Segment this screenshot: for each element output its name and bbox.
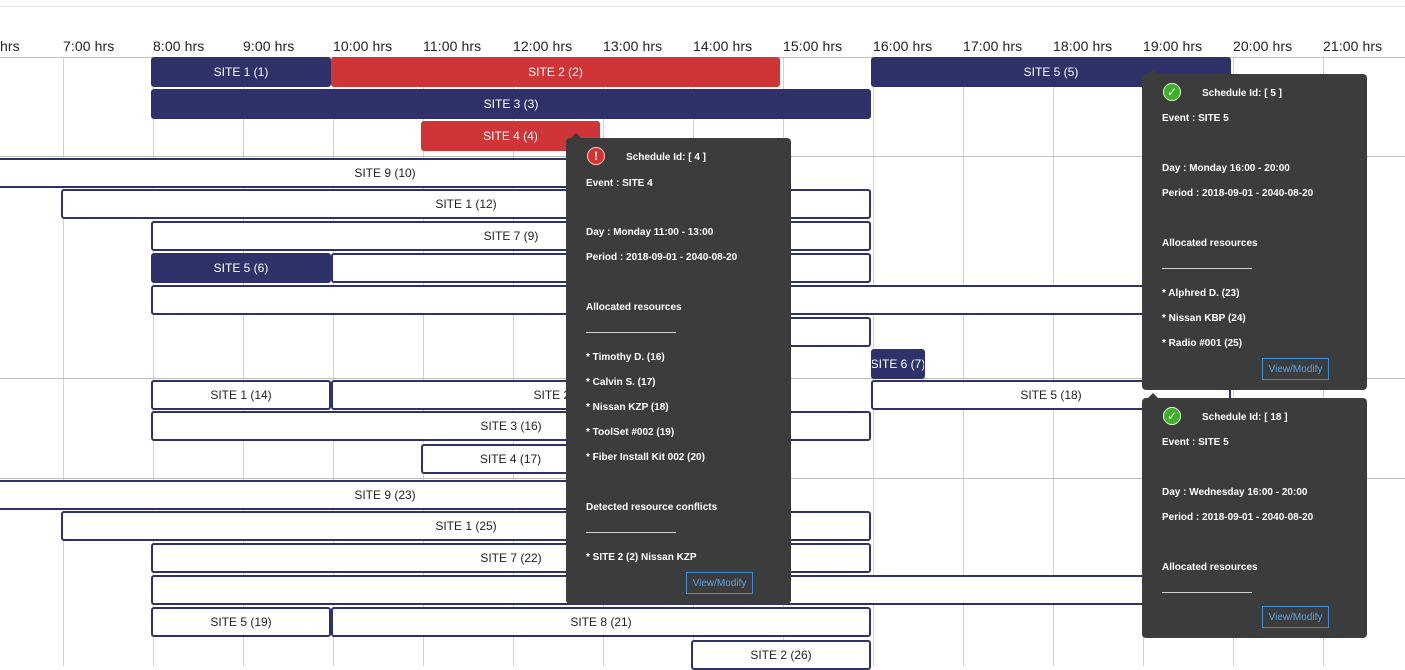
allocated-resources-heading: Allocated resources bbox=[1162, 238, 1258, 249]
tooltip-day: Day : Wednesday 16:00 - 20:00 bbox=[1162, 487, 1308, 498]
hour-label: 17:00 hrs bbox=[963, 38, 1023, 54]
hour-label: 8:00 hrs bbox=[153, 38, 205, 54]
resource-item: * ToolSet #002 (19) bbox=[586, 427, 675, 438]
view-modify-button[interactable]: View/Modify bbox=[686, 572, 753, 594]
tooltip-day: Day : Monday 11:00 - 13:00 bbox=[586, 227, 714, 238]
hour-label: 9:00 hrs bbox=[243, 38, 295, 54]
hour-label: 15:00 hrs bbox=[783, 38, 843, 54]
divider bbox=[1162, 268, 1252, 269]
schedule-event[interactable]: SITE 2 (2) bbox=[331, 57, 780, 87]
hour-label: 20:00 hrs bbox=[1233, 38, 1293, 54]
schedule-tooltip-4: ! Schedule Id: [ 4 ] Event : SITE 4 Day … bbox=[566, 138, 791, 604]
hour-label: 16:00 hrs bbox=[873, 38, 933, 54]
resource-item: * Nissan KZP (18) bbox=[586, 402, 669, 413]
tooltip-event: Event : SITE 5 bbox=[1162, 437, 1229, 448]
resource-item: * Fiber Install Kit 002 (20) bbox=[586, 452, 705, 463]
divider bbox=[586, 532, 676, 533]
hour-label: hrs bbox=[0, 38, 20, 54]
conflict-item: * SITE 2 (2) Nissan KZP bbox=[586, 552, 697, 563]
resource-item: * Radio #001 (25) bbox=[1162, 338, 1243, 349]
tooltip-title: Schedule Id: [ 5 ] bbox=[1202, 88, 1283, 99]
schedule-tooltip-18: ✓ Schedule Id: [ 18 ] Event : SITE 5 Day… bbox=[1142, 398, 1367, 638]
hour-label: 13:00 hrs bbox=[603, 38, 663, 54]
resource-item: * Nissan KBP (24) bbox=[1162, 313, 1246, 324]
check-icon: ✓ bbox=[1163, 83, 1181, 101]
hour-label: 19:00 hrs bbox=[1143, 38, 1203, 54]
view-modify-button[interactable]: View/Modify bbox=[1262, 606, 1329, 628]
tooltip-title: Schedule Id: [ 18 ] bbox=[1202, 412, 1288, 423]
schedule-event[interactable]: SITE 8 (21) bbox=[331, 607, 871, 637]
grid-line bbox=[63, 57, 64, 666]
view-modify-button[interactable]: View/Modify bbox=[1262, 358, 1329, 380]
hour-label: 11:00 hrs bbox=[423, 38, 482, 54]
tooltip-event: Event : SITE 5 bbox=[1162, 113, 1229, 124]
tooltip-period: Period : 2018-09-01 - 2040-08-20 bbox=[586, 252, 738, 263]
hour-label: 21:00 hrs bbox=[1323, 38, 1383, 54]
hour-label: 7:00 hrs bbox=[63, 38, 115, 54]
hour-label: 10:00 hrs bbox=[333, 38, 393, 54]
tooltip-period: Period : 2018-09-01 - 2040-08-20 bbox=[1162, 512, 1314, 523]
conflicts-heading: Detected resource conflicts bbox=[586, 502, 718, 513]
hour-label: 14:00 hrs bbox=[693, 38, 753, 54]
tooltip-title: Schedule Id: [ 4 ] bbox=[626, 152, 707, 163]
divider bbox=[586, 332, 676, 333]
schedule-event[interactable]: SITE 5 (6) bbox=[151, 253, 331, 283]
schedule-event[interactable]: SITE 3 (3) bbox=[151, 89, 871, 119]
hour-label: 12:00 hrs bbox=[513, 38, 573, 54]
error-icon: ! bbox=[587, 147, 605, 165]
allocated-resources-heading: Allocated resources bbox=[586, 302, 682, 313]
tooltip-event: Event : SITE 4 bbox=[586, 178, 653, 189]
resource-item: * Calvin S. (17) bbox=[586, 377, 656, 388]
hour-label: 18:00 hrs bbox=[1053, 38, 1113, 54]
allocated-resources-heading: Allocated resources bbox=[1162, 562, 1258, 573]
schedule-event[interactable]: SITE 1 (14) bbox=[151, 380, 331, 410]
top-divider bbox=[0, 6, 1405, 7]
check-icon: ✓ bbox=[1163, 407, 1181, 425]
tooltip-period: Period : 2018-09-01 - 2040-08-20 bbox=[1162, 188, 1314, 199]
divider bbox=[1162, 592, 1252, 593]
resource-item: * Alphred D. (23) bbox=[1162, 288, 1240, 299]
schedule-event[interactable]: SITE 5 (19) bbox=[151, 607, 331, 637]
resource-item: * Timothy D. (16) bbox=[586, 352, 665, 363]
schedule-tooltip-5: ✓ Schedule Id: [ 5 ] Event : SITE 5 Day … bbox=[1142, 74, 1367, 390]
schedule-event[interactable]: SITE 1 (1) bbox=[151, 57, 331, 87]
schedule-event[interactable]: SITE 6 (7) bbox=[871, 349, 925, 379]
tooltip-day: Day : Monday 16:00 - 20:00 bbox=[1162, 163, 1290, 174]
